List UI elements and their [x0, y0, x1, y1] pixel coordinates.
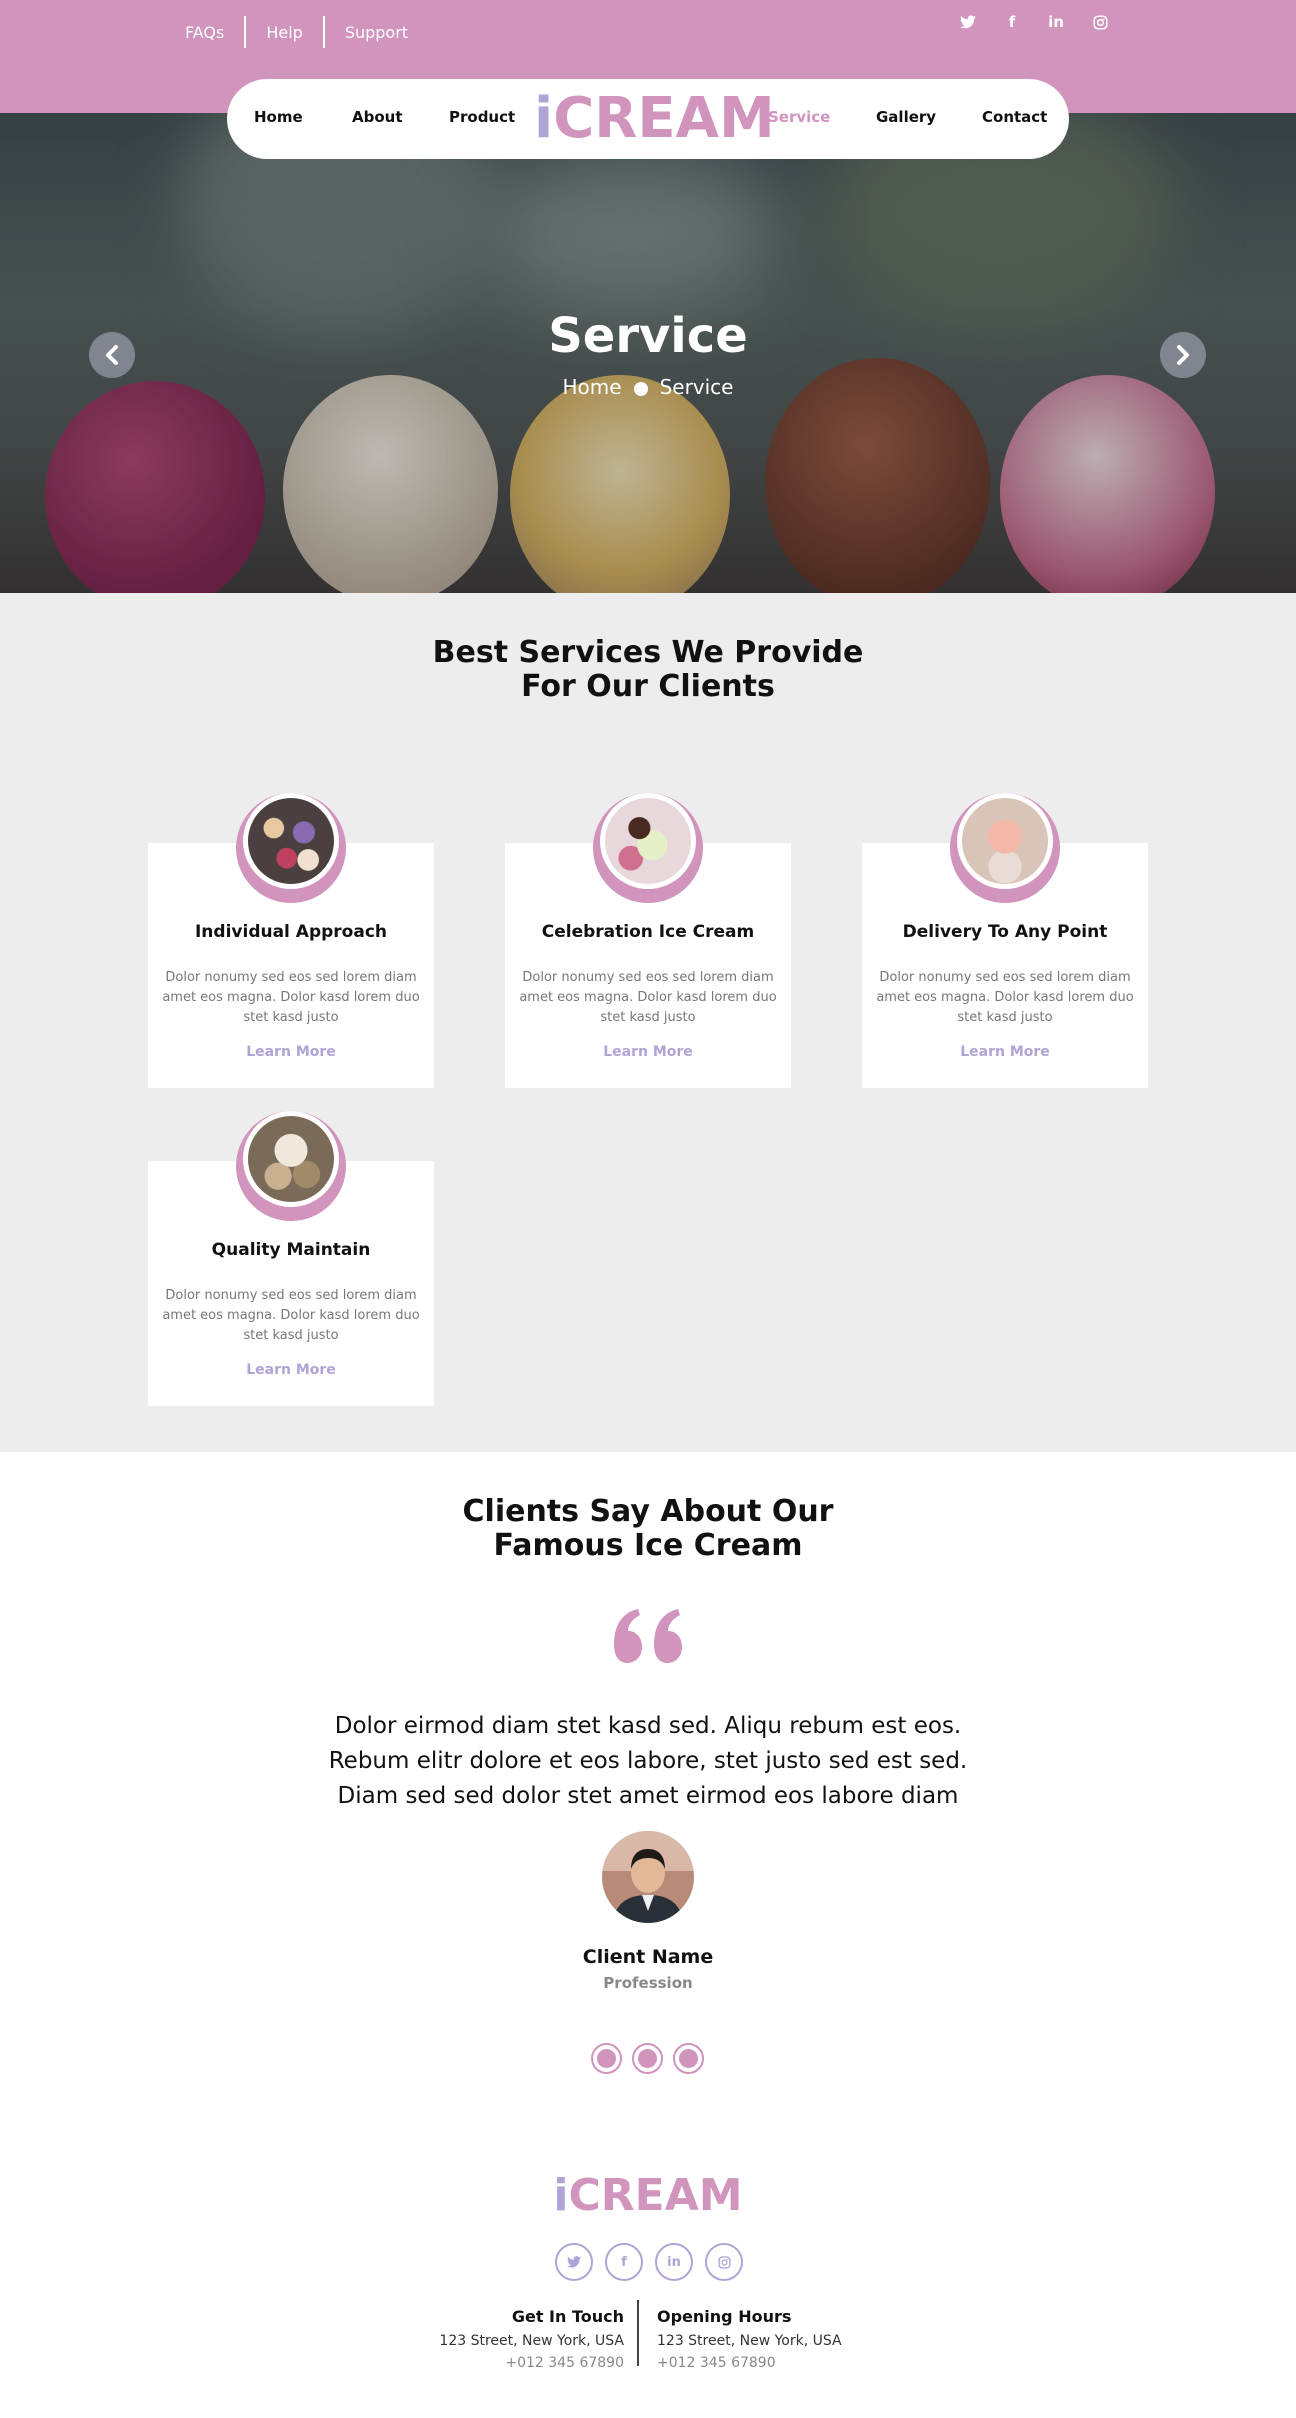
client-avatar — [602, 1831, 694, 1923]
twitter-icon[interactable] — [946, 10, 990, 34]
testimonials-title-line1: Clients Say About Our — [462, 1494, 834, 1529]
nav-product[interactable]: Product — [449, 108, 515, 126]
service-card-text: Dolor nonumy sed eos sed lorem diam amet… — [876, 970, 1134, 1025]
faqs-link[interactable]: FAQs — [165, 23, 244, 42]
testimonial-line: Dolor eirmod diam stet kasd sed. Aliqu r… — [334, 1713, 962, 1739]
nav-contact[interactable]: Contact — [982, 108, 1047, 126]
service-card: Delivery To Any Point Dolor nonumy sed e… — [862, 793, 1148, 1088]
chevron-left-icon — [106, 345, 118, 365]
facebook-icon[interactable]: f — [990, 10, 1034, 34]
testimonial-line: Rebum elitr dolore et eos labore, stet j… — [328, 1748, 968, 1774]
service-image — [962, 798, 1048, 884]
brand-logo-text: CREAM — [553, 86, 775, 151]
learn-more-link[interactable]: Learn More — [505, 1044, 791, 1060]
nav-home[interactable]: Home — [254, 108, 303, 126]
contact-address: 123 Street, New York, USA — [439, 2333, 624, 2349]
footer-logo-text: CREAM — [568, 2170, 743, 2221]
footer-divider — [637, 2300, 639, 2366]
service-card-text: Dolor nonumy sed eos sed lorem diam amet… — [519, 970, 777, 1025]
services-title-line1: Best Services We Provide — [432, 635, 864, 670]
service-image — [605, 798, 691, 884]
breadcrumb-home[interactable]: Home — [563, 375, 622, 399]
hours-address: 123 Street, New York, USA — [657, 2333, 842, 2349]
top-links: FAQs Help Support — [165, 16, 428, 48]
support-link[interactable]: Support — [325, 23, 428, 42]
service-card-title: Quality Maintain — [211, 1240, 371, 1260]
breadcrumb: Home Service — [0, 375, 1296, 399]
footer-logo-i: i — [553, 2170, 569, 2221]
brand-logo[interactable]: iCREAM — [534, 87, 775, 151]
service-image — [248, 798, 334, 884]
services-title-line2: For Our Clients — [521, 669, 775, 704]
hero-title: Service — [548, 308, 748, 364]
services-section: Best Services We Provide For Our Clients… — [0, 593, 1296, 1452]
service-card: Celebration Ice Cream Dolor nonumy sed e… — [505, 793, 791, 1088]
client-photo — [602, 1831, 694, 1923]
help-link[interactable]: Help — [246, 23, 322, 42]
learn-more-link[interactable]: Learn More — [148, 1044, 434, 1060]
service-card-title: Delivery To Any Point — [902, 922, 1108, 942]
quote-icon — [614, 1609, 682, 1663]
services-title: Best Services We Provide For Our Clients — [0, 636, 1296, 704]
learn-more-link[interactable]: Learn More — [148, 1362, 434, 1378]
service-card-text: Dolor nonumy sed eos sed lorem diam amet… — [162, 1288, 420, 1343]
footer-brand-logo[interactable]: iCREAM — [0, 2170, 1296, 2222]
carousel-prev-button[interactable] — [89, 332, 135, 378]
breadcrumb-separator — [633, 381, 648, 396]
testimonials-title-line2: Famous Ice Cream — [493, 1528, 803, 1563]
footer-social-links: f in — [555, 2243, 743, 2281]
nav-service[interactable]: Service — [768, 108, 830, 126]
brand-logo-i: i — [534, 86, 554, 151]
service-card: Quality Maintain Dolor nonumy sed eos se… — [148, 1111, 434, 1406]
service-card-title: Individual Approach — [194, 922, 388, 942]
hours-phone: +012 345 67890 — [657, 2355, 776, 2371]
testimonial-quote: Dolor eirmod diam stet kasd sed. Aliqu r… — [0, 1709, 1296, 1814]
chevron-right-icon — [1177, 345, 1189, 365]
service-card-title: Celebration Ice Cream — [541, 922, 755, 942]
client-profession: Profession — [603, 1974, 693, 1992]
pagination-dot[interactable] — [591, 2043, 622, 2074]
main-navbar: Home About Product iCREAM Service Galler… — [227, 79, 1069, 159]
pagination-dot[interactable] — [673, 2043, 704, 2074]
opening-hours-heading: Opening Hours — [657, 2307, 792, 2326]
top-social-links: f in — [946, 10, 1122, 34]
instagram-icon[interactable] — [1078, 10, 1122, 34]
service-image — [248, 1116, 334, 1202]
linkedin-icon[interactable]: in — [655, 2243, 693, 2281]
client-name: Client Name — [582, 1946, 714, 1968]
linkedin-icon[interactable]: in — [1034, 10, 1078, 34]
opening-hours-column: Opening Hours 123 Street, New York, USA … — [657, 2306, 842, 2374]
learn-more-link[interactable]: Learn More — [862, 1044, 1148, 1060]
get-in-touch-column: Get In Touch 123 Street, New York, USA +… — [439, 2306, 624, 2374]
carousel-next-button[interactable] — [1160, 332, 1206, 378]
testimonials-title: Clients Say About Our Famous Ice Cream — [0, 1495, 1296, 1563]
service-card: Individual Approach Dolor nonumy sed eos… — [148, 793, 434, 1088]
breadcrumb-current: Service — [659, 375, 734, 399]
hero-banner: Service Home Service — [0, 113, 1296, 593]
nav-about[interactable]: About — [352, 108, 403, 126]
service-card-text: Dolor nonumy sed eos sed lorem diam amet… — [162, 970, 420, 1025]
get-in-touch-heading: Get In Touch — [511, 2307, 624, 2326]
nav-gallery[interactable]: Gallery — [876, 108, 936, 126]
testimonial-line: Diam sed sed dolor stet amet eirmod eos … — [337, 1783, 959, 1809]
twitter-icon[interactable] — [555, 2243, 593, 2281]
testimonial-pagination — [591, 2043, 704, 2074]
facebook-icon[interactable]: f — [605, 2243, 643, 2281]
instagram-icon[interactable] — [705, 2243, 743, 2281]
contact-phone: +012 345 67890 — [505, 2355, 624, 2371]
pagination-dot[interactable] — [632, 2043, 663, 2074]
